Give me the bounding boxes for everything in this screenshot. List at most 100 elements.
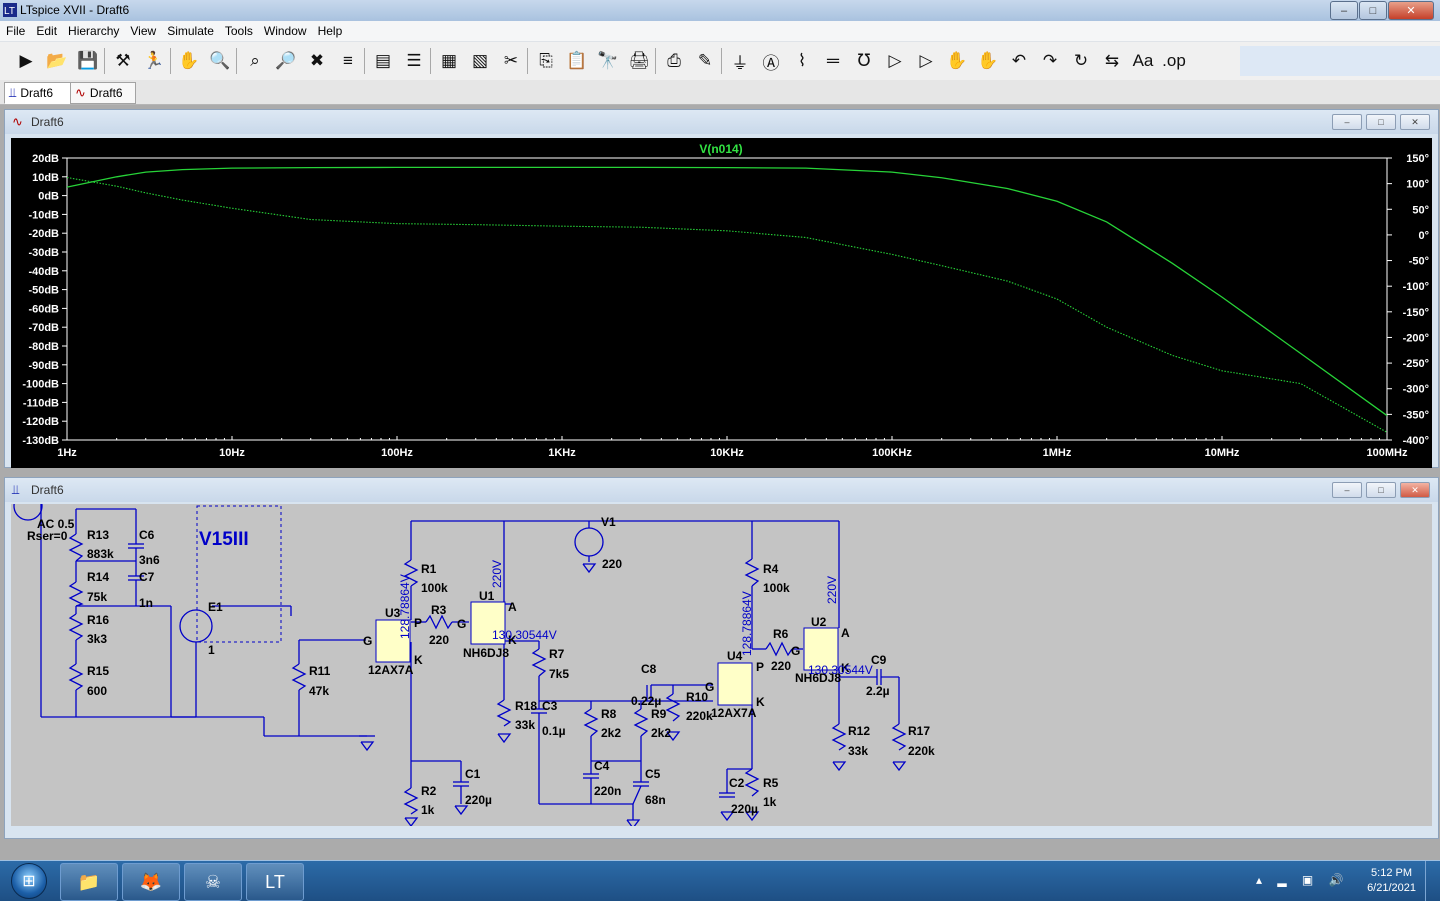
text-icon[interactable]: Aa (1131, 49, 1155, 73)
draw-wire-icon[interactable]: ✎ (693, 49, 717, 73)
c4-label[interactable]: C4 (594, 759, 610, 773)
u2-label[interactable]: U2 (811, 615, 827, 629)
c6-value[interactable]: 3n6 (139, 553, 160, 567)
u3-type[interactable]: 12AX7A (368, 663, 414, 677)
c2-value[interactable]: 220µ (731, 802, 758, 816)
v1-label[interactable]: V1 (601, 515, 616, 529)
copy-icon[interactable]: ⎘ (534, 49, 558, 73)
menu-window[interactable]: Window (258, 21, 312, 38)
c3-value[interactable]: 0.1µ (542, 724, 566, 738)
r10-value[interactable]: 220k (686, 709, 713, 723)
r3-value[interactable]: 220 (429, 633, 449, 647)
child-restore-button[interactable]: □ (1366, 482, 1396, 498)
maximize-button[interactable]: □ (1359, 1, 1387, 20)
label-net-icon[interactable]: Ⓐ (759, 49, 783, 73)
r16-label[interactable]: R16 (87, 613, 109, 627)
control-panel-icon[interactable]: ⚒ (111, 49, 135, 73)
trace-label[interactable]: V(n014) (699, 142, 742, 156)
menu-simulate[interactable]: Simulate (161, 21, 219, 38)
inductor-icon[interactable]: ℧ (852, 49, 876, 73)
c4-value[interactable]: 220n (594, 784, 621, 798)
c7-value[interactable]: 1n (139, 596, 153, 610)
ground-icon[interactable]: ⏚ (728, 49, 752, 73)
u2-node-voltage[interactable]: 130.30544V (808, 663, 873, 677)
r9-value[interactable]: 2k2 (651, 726, 671, 740)
undo-icon[interactable]: ↶ (1007, 49, 1031, 73)
r1-value[interactable]: 100k (421, 581, 448, 595)
c5-value[interactable]: 68n (645, 793, 666, 807)
zoom-out-icon[interactable]: 🔎 (274, 49, 298, 73)
r14-label[interactable]: R14 (87, 570, 109, 584)
menu-hierarchy[interactable]: Hierarchy (62, 21, 124, 38)
r16-value[interactable]: 3k3 (87, 632, 107, 646)
c1-value[interactable]: 220µ (465, 793, 492, 807)
child-minimize-button[interactable]: – (1332, 114, 1362, 130)
paste-icon[interactable]: 📋 (565, 49, 589, 73)
c9-label[interactable]: C9 (871, 653, 887, 667)
r18-label[interactable]: R18 (515, 699, 537, 713)
c1-label[interactable]: C1 (465, 767, 481, 781)
r7-value[interactable]: 7k5 (549, 667, 569, 681)
zoom-area-icon[interactable]: ⌕ (243, 49, 267, 73)
close-button[interactable]: ✕ (1388, 1, 1434, 20)
ltspice-taskbar-icon[interactable]: LT (246, 863, 304, 901)
spice-directive-icon[interactable]: .op (1162, 49, 1186, 73)
e1-label[interactable]: E1 (208, 600, 223, 614)
file-explorer-taskbar-icon[interactable]: 📁 (60, 863, 118, 901)
u1-node-voltage[interactable]: 130.30544V (492, 628, 557, 642)
r5-label[interactable]: R5 (763, 776, 779, 790)
drag-icon[interactable]: ✋ (976, 49, 1000, 73)
cascade-icon[interactable]: ▧ (468, 49, 492, 73)
c6-label[interactable]: C6 (139, 528, 155, 542)
u4-node-voltage[interactable]: 128.78864V (740, 591, 754, 656)
rotate-icon[interactable]: ↻ (1069, 49, 1093, 73)
r14-value[interactable]: 75k (87, 590, 107, 604)
u1-label[interactable]: U1 (479, 589, 495, 603)
clock[interactable]: 5:12 PM 6/21/2021 (1367, 866, 1416, 896)
r2-value[interactable]: 1k (421, 803, 435, 817)
r7-label[interactable]: R7 (549, 647, 565, 661)
v1-symbol[interactable] (574, 527, 604, 557)
tab-waveform[interactable]: ∿ Draft6 (70, 82, 136, 104)
tile-horizontal-icon[interactable]: ☰ (402, 49, 426, 73)
start-button[interactable]: ⊞ (4, 862, 54, 900)
c8-value[interactable]: 0.22µ (631, 694, 661, 708)
mirror-icon[interactable]: ⇆ (1100, 49, 1124, 73)
zoom-fit-icon[interactable]: ✖ (305, 49, 329, 73)
run-icon[interactable]: 🏃 (142, 49, 166, 73)
c3-label[interactable]: C3 (542, 699, 558, 713)
tile-vertical-icon[interactable]: ▦ (437, 49, 461, 73)
cut-icon[interactable]: ✂ (499, 49, 523, 73)
c9-value[interactable]: 2.2µ (866, 684, 890, 698)
menu-view[interactable]: View (124, 21, 161, 38)
redo-icon[interactable]: ↷ (1038, 49, 1062, 73)
r15-label[interactable]: R15 (87, 664, 109, 678)
r15-value[interactable]: 600 (87, 684, 107, 698)
r12-label[interactable]: R12 (848, 724, 870, 738)
r6-value[interactable]: 220 (771, 659, 791, 673)
r11-label[interactable]: R11 (309, 664, 331, 678)
r11-value[interactable]: 47k (309, 684, 329, 698)
r8-value[interactable]: 2k2 (601, 726, 621, 740)
c5-label[interactable]: C5 (645, 767, 661, 781)
schematic-canvas[interactable]: AC 0.5 Rser=0 R13 883k C6 3n6 R14 75k C7… (11, 504, 1432, 826)
minimize-button[interactable]: – (1330, 1, 1358, 20)
menu-tools[interactable]: Tools (219, 21, 258, 38)
firefox-taskbar-icon[interactable]: 🦊 (122, 863, 180, 901)
u1-supply-voltage[interactable]: 220V (490, 560, 504, 588)
r17-value[interactable]: 220k (908, 744, 935, 758)
show-desktop-button[interactable] (1425, 861, 1440, 901)
new-schematic-icon[interactable]: ▶ (14, 49, 38, 73)
r13-label[interactable]: R13 (87, 528, 109, 542)
r17-label[interactable]: R17 (908, 724, 930, 738)
r13-value[interactable]: 883k (87, 547, 114, 561)
find-icon[interactable]: 🔭 (596, 49, 620, 73)
subcircuit-box[interactable] (196, 505, 282, 643)
r4-value[interactable]: 100k (763, 581, 790, 595)
menu-file[interactable]: File (0, 21, 30, 38)
menu-help[interactable]: Help (312, 21, 348, 38)
print-icon[interactable]: 🖨 (627, 49, 651, 73)
r4-label[interactable]: R4 (763, 562, 779, 576)
halt-icon[interactable]: ✋ (177, 49, 201, 73)
child-minimize-button[interactable]: – (1332, 482, 1362, 498)
